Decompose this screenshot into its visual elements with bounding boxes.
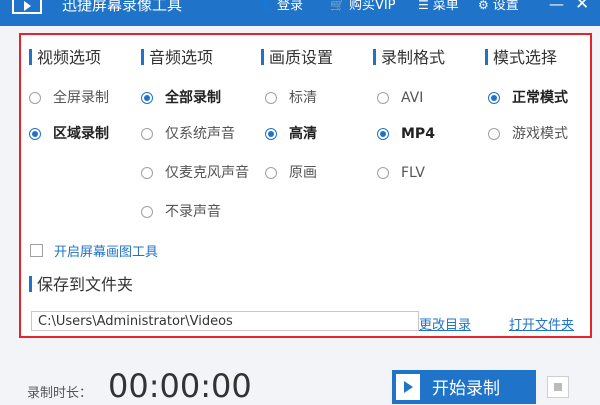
mode-select-heading: 模式选择 <box>485 48 557 68</box>
quality-settings-heading: 画质设置 <box>261 48 333 68</box>
bottom-bar: 录制时长： 00:00:00 开始录制 <box>0 354 600 405</box>
radio-button[interactable] <box>265 167 277 179</box>
draw-tool-label[interactable]: 开启屏幕画图工具 <box>54 241 158 260</box>
radio-button[interactable] <box>488 128 500 140</box>
menu-icon: ☰ <box>418 0 429 12</box>
video-options-heading: 视频选项 <box>29 48 101 68</box>
start-recording-button[interactable]: 开始录制 <box>392 370 536 404</box>
radio-button[interactable] <box>141 128 153 140</box>
close-button[interactable]: ✕ <box>575 0 589 14</box>
gear-icon: ⚙ <box>478 0 489 12</box>
radio-button[interactable] <box>265 128 277 140</box>
options-panel: 视频选项 音频选项 画质设置 录制格式 模式选择 全屏录制 区域录制 全部录制 … <box>19 33 592 338</box>
radio-button[interactable] <box>141 167 153 179</box>
start-recording-label: 开始录制 <box>432 379 500 399</box>
save-folder-heading: 保存到文件夹 <box>29 275 133 295</box>
save-path-input[interactable] <box>31 311 419 331</box>
settings-label: 设置 <box>492 0 519 13</box>
draw-tool-checkbox[interactable] <box>30 244 43 257</box>
audio-options-heading: 音频选项 <box>141 48 213 68</box>
stop-icon <box>554 383 562 391</box>
record-duration-value: 00:00:00 <box>108 367 252 405</box>
radio-button[interactable] <box>29 92 41 104</box>
record-duration-label: 录制时长： <box>27 386 93 401</box>
change-directory-link[interactable]: 更改目录 <box>419 314 471 333</box>
radio-button[interactable] <box>377 167 389 179</box>
settings-button[interactable]: ⚙ 设置 <box>478 0 519 15</box>
play-icon <box>396 374 420 400</box>
stop-button[interactable] <box>547 376 569 398</box>
app-title: 迅捷屏幕录像工具 <box>62 0 183 14</box>
login-button[interactable]: 👤 登录 <box>258 0 303 15</box>
user-icon: 👤 <box>258 0 273 12</box>
title-bar: 迅捷屏幕录像工具 👤 登录 🛒 购买VIP ☰ 菜单 ⚙ 设置 — ✕ <box>0 0 600 26</box>
minimize-button[interactable]: — <box>549 0 564 13</box>
record-format-heading: 录制格式 <box>373 48 445 68</box>
radio-button[interactable] <box>488 92 500 104</box>
cart-icon: 🛒 <box>330 0 345 12</box>
menu-label: 菜单 <box>432 0 459 13</box>
radio-button[interactable] <box>29 128 41 140</box>
app-logo-icon <box>12 0 42 14</box>
radio-button[interactable] <box>265 92 277 104</box>
radio-button[interactable] <box>377 128 389 140</box>
login-label: 登录 <box>276 0 303 13</box>
buy-vip-button[interactable]: 🛒 购买VIP <box>330 0 396 15</box>
radio-button[interactable] <box>141 92 153 104</box>
menu-button[interactable]: ☰ 菜单 <box>418 0 459 15</box>
open-folder-link[interactable]: 打开文件夹 <box>509 314 574 333</box>
buy-vip-label: 购买VIP <box>348 0 396 13</box>
radio-button[interactable] <box>141 206 153 218</box>
radio-button[interactable] <box>377 92 389 104</box>
